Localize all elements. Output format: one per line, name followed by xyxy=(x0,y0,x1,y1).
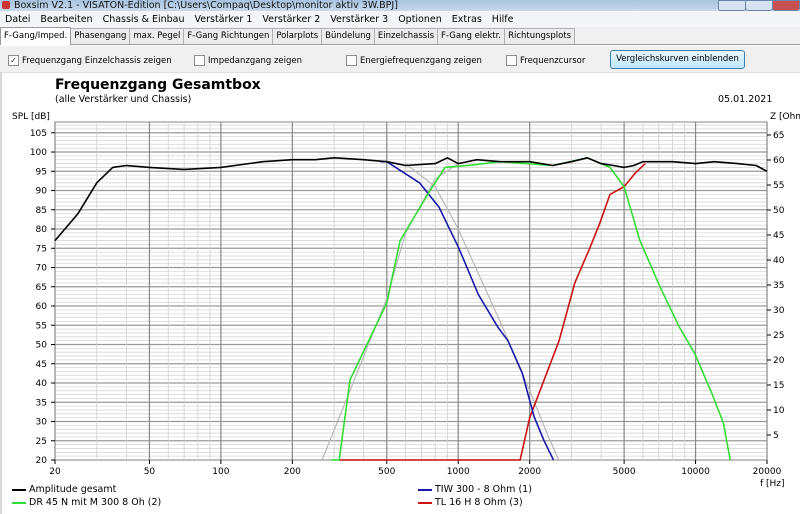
y2-tick-label: 45 xyxy=(773,231,784,241)
y-tick-label: 80 xyxy=(36,225,48,235)
app-icon xyxy=(2,1,10,9)
y-tick-label: 30 xyxy=(36,418,48,428)
y2-tick-label: 20 xyxy=(773,356,785,366)
legend-swatch xyxy=(12,488,26,491)
y-tick-label: 65 xyxy=(36,283,47,293)
maximize-button[interactable] xyxy=(745,0,773,11)
x-tick-label: 200 xyxy=(284,467,301,477)
minimize-button[interactable] xyxy=(718,0,746,11)
x-tick-label: 10000 xyxy=(681,467,710,477)
y2-tick-label: 65 xyxy=(773,131,784,141)
y2-tick-label: 50 xyxy=(773,206,785,216)
legend-label: Amplitude gesamt xyxy=(29,484,117,495)
y-tick-label: 70 xyxy=(36,264,48,274)
legend-item-dr45: DR 45 N mit M 300 8 Oh (2) xyxy=(12,497,161,508)
y2-tick-label: 30 xyxy=(773,306,785,316)
x-tick-label: 100 xyxy=(212,467,229,477)
frequency-response-chart: 20 50 100 200 500 1000 2000 5000 10000 20000 20 25 3… xyxy=(12,112,800,489)
y-tick-label: 90 xyxy=(36,187,48,197)
y-tick-label: 40 xyxy=(36,379,48,389)
x-tick-label: 500 xyxy=(378,467,395,477)
title-bar: Boxsim V2.1 - VISATON-Edition [C:\Users\… xyxy=(0,0,800,11)
legend-item-amplitude: Amplitude gesamt xyxy=(12,484,116,495)
y-tick-label: 45 xyxy=(36,360,47,370)
x-tick-label: 2000 xyxy=(518,467,541,477)
y2-tick-label: 40 xyxy=(773,256,785,266)
y-axis-label: SPL [dB] xyxy=(12,112,50,122)
legend-swatch xyxy=(12,501,26,504)
window-title: Boxsim V2.1 - VISATON-Edition [C:\Users\… xyxy=(14,0,398,11)
y2-tick-label: 5 xyxy=(773,431,779,441)
y2-tick-label: 25 xyxy=(773,331,784,341)
y2-tick-label: 60 xyxy=(773,156,785,166)
legend-label: DR 45 N mit M 300 8 Oh (2) xyxy=(29,497,162,508)
y-tick-label: 85 xyxy=(36,206,47,216)
legend-label: TIW 300 - 8 Ohm (1) xyxy=(435,484,532,495)
legend-swatch xyxy=(418,501,432,504)
y-tick-label: 55 xyxy=(36,321,47,331)
y-tick-label: 75 xyxy=(36,244,47,254)
y2-tick-label: 15 xyxy=(773,381,784,391)
y2-tick-label: 35 xyxy=(773,281,784,291)
x-tick-label: 20 xyxy=(49,467,61,477)
y-tick-label: 50 xyxy=(36,341,48,351)
close-button[interactable] xyxy=(772,0,800,11)
legend-item-tl16h: TL 16 H 8 Ohm (3) xyxy=(418,497,523,508)
y-tick-label: 60 xyxy=(36,302,48,312)
legend-swatch xyxy=(418,488,432,491)
y-tick-label: 25 xyxy=(36,437,47,447)
y-tick-label: 105 xyxy=(30,129,47,139)
y-tick-label: 35 xyxy=(36,398,47,408)
x-tick-label: 5000 xyxy=(613,467,636,477)
legend-label: TL 16 H 8 Ohm (3) xyxy=(435,497,523,508)
x-tick-label: 1000 xyxy=(447,467,470,477)
y-tick-label: 20 xyxy=(36,456,48,466)
y2-axis-label: Z [Ohm] xyxy=(770,112,800,122)
y2-tick-label: 55 xyxy=(773,181,784,191)
x-tick-label: 20000 xyxy=(753,467,782,477)
y-tick-label: 95 xyxy=(36,167,47,177)
x-axis-label: f [Hz] xyxy=(760,479,785,489)
y-tick-label: 100 xyxy=(30,148,47,158)
y2-tick-label: 10 xyxy=(773,406,785,416)
legend-item-tiw300: TIW 300 - 8 Ohm (1) xyxy=(418,484,532,495)
x-tick-label: 50 xyxy=(144,467,156,477)
